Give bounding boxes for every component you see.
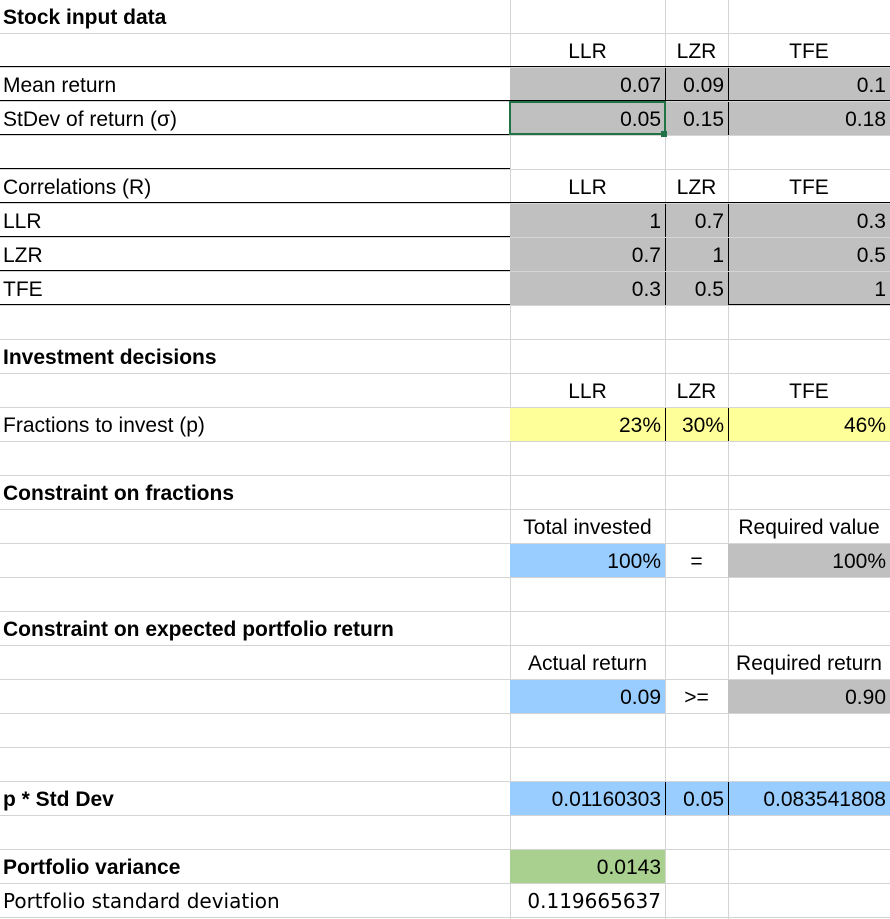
fractions-label[interactable]: Fractions to invest (p) — [0, 408, 510, 442]
sheet-row: Actual return Required return — [0, 646, 890, 680]
corr-cell[interactable]: 1 — [510, 204, 665, 238]
corr-row-label[interactable]: TFE — [0, 272, 510, 306]
sheet-row: p * Std Dev 0.01160303 0.05 0.083541808 — [0, 782, 890, 816]
corr-cell[interactable]: 1 — [665, 238, 728, 272]
corr-header-lzr[interactable]: LZR — [665, 170, 728, 204]
portfolio-std-label[interactable]: Portfolio standard deviation — [0, 884, 510, 918]
stock-header-lzr[interactable]: LZR — [665, 34, 728, 68]
corr-cell[interactable]: 0.5 — [665, 272, 728, 306]
sheet-row: LLR LZR TFE — [0, 374, 890, 408]
mean-return-lzr[interactable]: 0.09 — [665, 68, 728, 102]
active-cell-selection — [509, 101, 666, 135]
mean-return-tfe[interactable]: 0.1 — [728, 68, 890, 102]
section-title-constraint-return[interactable]: Constraint on expected portfolio return — [0, 612, 510, 646]
table-border — [0, 168, 510, 169]
portfolio-variance-value[interactable]: 0.0143 — [510, 850, 665, 884]
p-std-label[interactable]: p * Std Dev — [0, 782, 510, 816]
table-border — [728, 304, 890, 305]
stock-header-llr[interactable]: LLR — [510, 34, 665, 68]
portfolio-std-value[interactable]: 0.119665637 — [510, 884, 665, 918]
corr-cell[interactable]: 1 — [728, 272, 890, 306]
fraction-lzr[interactable]: 30% — [665, 408, 728, 442]
corr-row-label[interactable]: LLR — [0, 204, 510, 238]
sheet-row: Portfolio standard deviation 0.119665637 — [0, 884, 890, 918]
stdev-lzr[interactable]: 0.15 — [665, 102, 728, 136]
fraction-llr[interactable]: 23% — [510, 408, 665, 442]
sheet-row — [0, 578, 890, 612]
total-invested-value[interactable]: 100% — [510, 544, 665, 578]
sheet-row — [0, 748, 890, 782]
mean-return-llr[interactable]: 0.07 — [510, 68, 665, 102]
section-title-stock-input[interactable]: Stock input data — [0, 0, 510, 34]
table-border — [0, 304, 510, 305]
corr-cell[interactable]: 0.3 — [728, 204, 890, 238]
sheet-row — [0, 816, 890, 850]
table-border — [0, 100, 890, 101]
stock-header-tfe[interactable]: TFE — [728, 34, 890, 68]
corr-header-llr[interactable]: LLR — [510, 170, 665, 204]
corr-row-label[interactable]: LZR — [0, 238, 510, 272]
invest-header-lzr[interactable]: LZR — [665, 374, 728, 408]
table-border — [0, 134, 510, 135]
stdev-label[interactable]: StDev of return (σ) — [0, 102, 510, 136]
sheet-row: Stock input data — [0, 0, 890, 34]
corr-cell[interactable]: 0.7 — [510, 238, 665, 272]
sheet-row — [0, 136, 890, 170]
gte-operator[interactable]: >= — [665, 680, 728, 714]
invest-header-tfe[interactable]: TFE — [728, 374, 890, 408]
sheet-row: TFE 0.3 0.5 1 — [0, 272, 890, 306]
section-title-investment[interactable]: Investment decisions — [0, 340, 510, 374]
sheet-row: Investment decisions — [0, 340, 890, 374]
fill-handle[interactable] — [661, 131, 667, 137]
corr-header-tfe[interactable]: TFE — [728, 170, 890, 204]
mean-return-label[interactable]: Mean return — [0, 68, 510, 102]
sheet-row: 100% = 100% — [0, 544, 890, 578]
sheet-row: Constraint on expected portfolio return — [0, 612, 890, 646]
actual-return-label[interactable]: Actual return — [510, 646, 665, 680]
stdev-tfe[interactable]: 0.18 — [728, 102, 890, 136]
total-invested-label[interactable]: Total invested — [510, 510, 665, 544]
correlations-header[interactable]: Correlations (R) — [0, 170, 510, 204]
actual-return-value[interactable]: 0.09 — [510, 680, 665, 714]
corr-cell[interactable]: 0.3 — [510, 272, 665, 306]
sheet-row: Constraint on fractions — [0, 476, 890, 510]
table-border — [0, 236, 510, 237]
table-border — [0, 66, 890, 67]
required-value[interactable]: 100% — [728, 544, 890, 578]
table-border — [0, 270, 510, 271]
corr-cell[interactable]: 0.5 — [728, 238, 890, 272]
sheet-row: LZR 0.7 1 0.5 — [0, 238, 890, 272]
invest-header-llr[interactable]: LLR — [510, 374, 665, 408]
sheet-row: Portfolio variance 0.0143 — [0, 850, 890, 884]
sheet-row: LLR LZR TFE — [0, 34, 890, 68]
p-std-lzr[interactable]: 0.05 — [665, 782, 728, 816]
p-std-llr[interactable]: 0.01160303 — [510, 782, 665, 816]
section-title-constraint-fractions[interactable]: Constraint on fractions — [0, 476, 510, 510]
required-value-label[interactable]: Required value — [728, 510, 890, 544]
spreadsheet-grid: Stock input data LLR LZR TFE Mean return… — [0, 0, 890, 919]
sheet-row — [0, 714, 890, 748]
equals-operator[interactable]: = — [665, 544, 728, 578]
table-border — [0, 202, 890, 203]
sheet-row: Correlations (R) LLR LZR TFE — [0, 170, 890, 204]
sheet-row: Fractions to invest (p) 23% 30% 46% — [0, 408, 890, 442]
sheet-row: LLR 1 0.7 0.3 — [0, 204, 890, 238]
corr-cell[interactable]: 0.7 — [665, 204, 728, 238]
sheet-row: 0.09 >= 0.90 — [0, 680, 890, 714]
p-std-tfe[interactable]: 0.083541808 — [728, 782, 890, 816]
sheet-row: Total invested Required value — [0, 510, 890, 544]
fraction-tfe[interactable]: 46% — [728, 408, 890, 442]
sheet-row — [0, 442, 890, 476]
sheet-row: StDev of return (σ) 0.05 0.15 0.18 — [0, 102, 890, 136]
portfolio-variance-label[interactable]: Portfolio variance — [0, 850, 510, 884]
sheet-row: Mean return 0.07 0.09 0.1 — [0, 68, 890, 102]
required-return-label[interactable]: Required return — [728, 646, 890, 680]
required-return-value[interactable]: 0.90 — [728, 680, 890, 714]
sheet-row — [0, 306, 890, 340]
